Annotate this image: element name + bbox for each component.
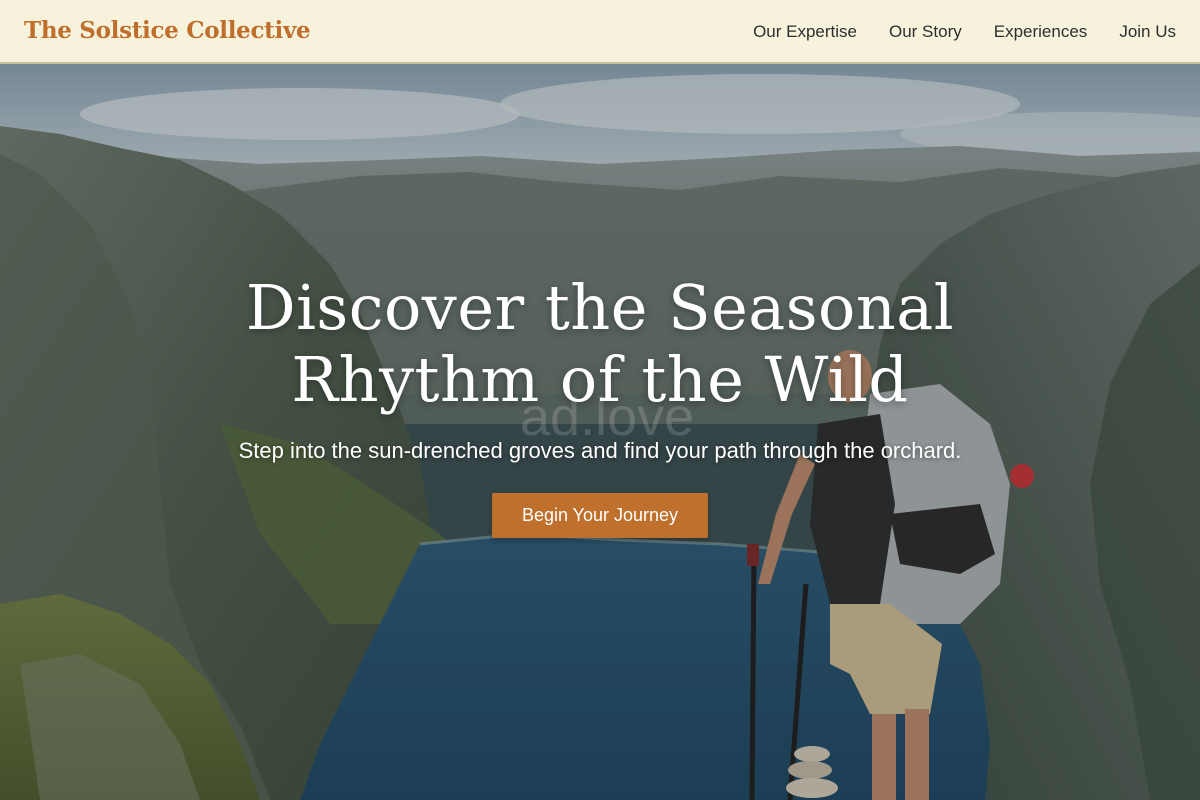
hero-subtitle: Step into the sun-drenched groves and fi… — [238, 438, 962, 463]
nav-link-our-story[interactable]: Our Story — [889, 22, 962, 42]
top-navbar: The Solstice Collective Our Expertise Ou… — [0, 0, 1200, 64]
main-nav: Our Expertise Our Story Experiences Join… — [753, 22, 1176, 42]
nav-link-join-us[interactable]: Join Us — [1119, 22, 1176, 42]
begin-journey-button[interactable]: Begin Your Journey — [492, 493, 708, 538]
hero-title-line-1: Discover the Seasonal — [245, 271, 955, 344]
hero-section: ad.love Discover the Seasonal Rhythm of … — [0, 64, 1200, 800]
nav-link-our-expertise[interactable]: Our Expertise — [753, 22, 857, 42]
hero-title-line-2: Rhythm of the Wild — [291, 343, 909, 416]
brand-logo[interactable]: The Solstice Collective — [24, 17, 311, 44]
hero-title: Discover the Seasonal Rhythm of the Wild — [0, 272, 1200, 416]
nav-link-experiences[interactable]: Experiences — [994, 22, 1088, 42]
